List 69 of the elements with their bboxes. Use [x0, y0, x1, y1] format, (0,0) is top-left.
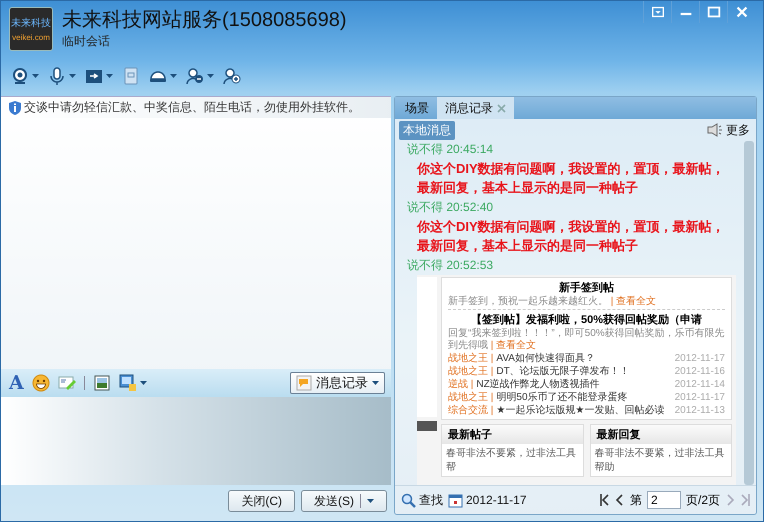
- thread-title[interactable]: DT、论坛版无限子弹发布！！: [496, 366, 672, 378]
- post-title: 新手签到帖: [558, 280, 615, 295]
- action-button[interactable]: 关闭(C): [228, 490, 295, 512]
- window-title: 未来科技网站服务(1508085698): [62, 8, 348, 33]
- window-subtitle: 临时会话: [62, 33, 111, 50]
- previous-page-icon[interactable]: [614, 493, 625, 507]
- message-header: 说不得 20:52:53: [407, 257, 494, 273]
- message-header: 说不得 20:45:14: [407, 141, 494, 157]
- person-plus-icon[interactable]: [223, 67, 241, 85]
- thread-title[interactable]: NZ逆战作弊龙人物透视插件: [476, 379, 672, 391]
- action-button[interactable]: 发送(S): [301, 490, 387, 512]
- logo-text: 未来科技: [11, 16, 51, 30]
- thread-title[interactable]: 春哥非法不要紧，过非法工具帮助: [590, 444, 731, 476]
- caret-icon[interactable]: [207, 74, 214, 78]
- thread-date: 2012-11-16: [674, 366, 725, 378]
- message-text: 你这个DIY数据有问题啊，我设置的，置顶，最新帖，最新回复，基本上显示的是同一种帖子: [416, 160, 726, 197]
- more-button[interactable]: 更多: [707, 122, 750, 138]
- post-summary: 新手签到，预祝一起乐越来越红火。 | 查看全文: [448, 296, 658, 308]
- post-headline: 【签到帖】发福利啦，50%获得回帖奖励（申请: [448, 309, 725, 327]
- person-minus-icon[interactable]: [186, 67, 204, 85]
- panel-title: 最新帖子: [442, 425, 582, 444]
- caret-icon[interactable]: [372, 381, 379, 385]
- safety-notice: 交谈中请勿轻信汇款、中奖信息、陌生电话，勿使用外挂软件。: [24, 99, 360, 116]
- page-input[interactable]: 2: [646, 491, 681, 509]
- speaker-icon: [707, 123, 723, 137]
- picture-icon[interactable]: [92, 374, 111, 392]
- dropdown-box-icon[interactable]: [650, 4, 666, 20]
- search-icon: [401, 492, 416, 508]
- shield-icon: [9, 100, 21, 114]
- microphone-icon[interactable]: [48, 67, 66, 85]
- scrollbar[interactable]: [744, 141, 754, 485]
- calendar-icon: [448, 492, 463, 508]
- webcam-icon[interactable]: [11, 67, 29, 85]
- caret-icon[interactable]: [140, 381, 147, 385]
- maximize-icon[interactable]: [706, 4, 722, 20]
- chat-bubble-icon: [296, 375, 312, 391]
- caret-icon[interactable]: [69, 74, 76, 78]
- thread-title[interactable]: ★一起乐论坛版规★一发贴、回帖必读: [496, 405, 672, 417]
- thread-title[interactable]: 明明50乐币了还不能登录蛋疼: [496, 392, 672, 404]
- thread-date: 2012-11-13: [674, 405, 725, 417]
- history-button[interactable]: 消息记录: [290, 372, 385, 394]
- dark-bar: [417, 421, 437, 431]
- message-input[interactable]: [1, 397, 391, 485]
- search-button[interactable]: 查找: [401, 492, 443, 508]
- first-page-icon[interactable]: [600, 493, 610, 507]
- smiley-icon[interactable]: [32, 374, 50, 392]
- message-text: 你这个DIY数据有问题啊，我设置的，置顶，最新帖，最新回复，基本上显示的是同一种帖子: [416, 218, 726, 255]
- date-button[interactable]: 2012-11-17: [448, 492, 526, 508]
- caret-icon[interactable]: [367, 499, 374, 503]
- panel-title: 最新回复: [590, 425, 731, 444]
- thread-date: 2012-11-14: [674, 379, 725, 391]
- logo-text: veikei.com: [12, 33, 50, 42]
- page-total: 页/2页: [686, 492, 720, 508]
- thread-title[interactable]: AVA如何快速得面具？: [496, 353, 672, 365]
- caret-icon[interactable]: [106, 74, 113, 78]
- thread-date: 2012-11-17: [674, 392, 725, 404]
- font-button[interactable]: A: [9, 373, 24, 393]
- message-header: 说不得 20:52:40: [407, 199, 494, 215]
- thread-title[interactable]: 春哥非法不要紧，过非法工具帮: [442, 444, 582, 476]
- panel-tab[interactable]: 场景: [397, 97, 437, 119]
- tablet-icon[interactable]: [122, 67, 140, 85]
- thread-date: 2012-11-17: [674, 353, 725, 365]
- post-summary: 回复“我来签到啦！！！”，即可50%获得回帖奖励，乐币有限先到先得哦 | 查看全文: [448, 328, 725, 352]
- screenshot-icon[interactable]: [118, 374, 137, 392]
- pencil-note-icon[interactable]: [58, 374, 76, 392]
- caret-icon[interactable]: [32, 74, 39, 78]
- caret-icon[interactable]: [170, 74, 177, 78]
- panel-tab[interactable]: 消息记录: [437, 97, 514, 119]
- page-label: 第: [630, 492, 642, 508]
